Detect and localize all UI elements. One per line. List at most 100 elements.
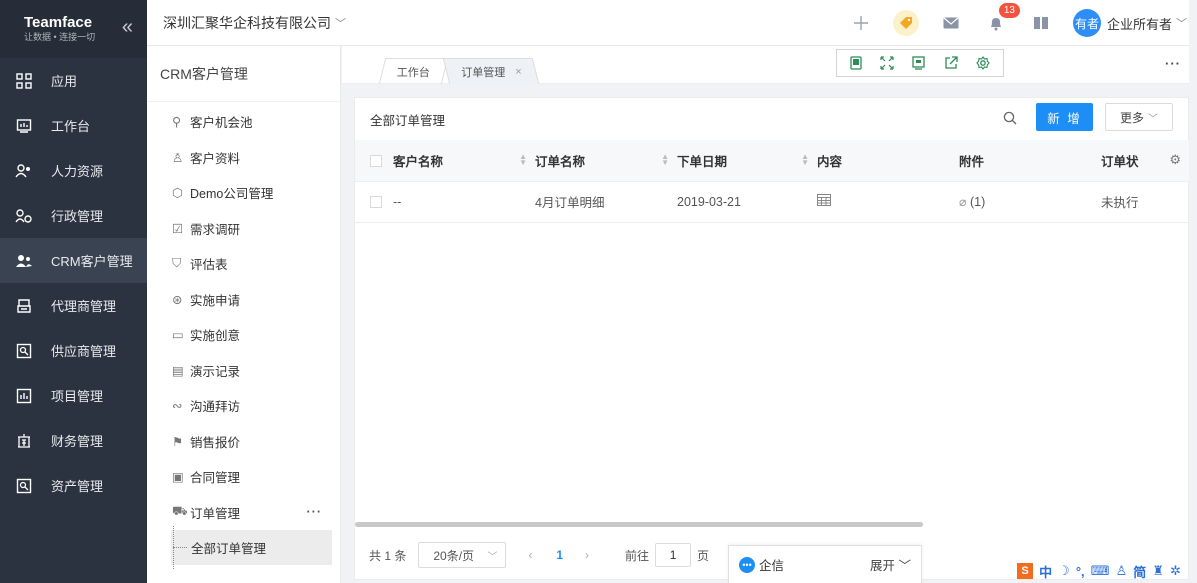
submenu-item[interactable]: ⛟ 订单管理 ···: [147, 495, 340, 531]
add-icon[interactable]: [845, 7, 877, 39]
notification-badge: 13: [998, 3, 1020, 18]
current-page[interactable]: 1: [556, 548, 563, 562]
nav-item-crm[interactable]: CRM客户管理: [0, 238, 147, 283]
prev-page-icon[interactable]: ‹: [528, 548, 532, 562]
nav-item-asset[interactable]: 资产管理: [0, 463, 147, 508]
panel-header: 全部订单管理 新 增 更多 ﹀: [355, 98, 1188, 140]
sort-icon[interactable]: ▲ ▼: [801, 153, 809, 167]
submenu-item[interactable]: ⚑ 销售报价: [147, 424, 340, 460]
submenu-item-label: 合同管理: [190, 471, 241, 486]
settings-icon[interactable]: [976, 56, 990, 70]
nav-item-apps[interactable]: 应用: [0, 58, 147, 103]
submenu-more-button[interactable]: ···: [307, 505, 323, 519]
scrollbar-thumb[interactable]: [355, 522, 923, 527]
column-header[interactable]: 订单状 ⚙: [1101, 140, 1189, 182]
asset-icon: [14, 478, 34, 494]
nav-item-label: 项目管理: [51, 389, 104, 404]
submenu-item[interactable]: ▤ 演示记录: [147, 353, 340, 389]
table-row[interactable]: -- 4月订单明细 2019-03-21 ⌀ (1) 未执行: [355, 181, 1189, 223]
submenu-item-label: 订单管理: [190, 506, 241, 521]
user-name[interactable]: 企业所有者: [1107, 14, 1172, 33]
column-header[interactable]: 客户名称 ▲ ▼: [393, 140, 535, 182]
column-settings-icon[interactable]: ⚙: [1169, 152, 1181, 168]
add-button[interactable]: 新 增: [1036, 103, 1093, 131]
project-icon: [14, 388, 34, 404]
total-count: 共 1 条: [369, 548, 407, 563]
sort-icon[interactable]: ▲ ▼: [519, 153, 527, 167]
submenu-item[interactable]: ⬡ Demo公司管理: [147, 175, 340, 211]
ime-toolbar[interactable]: S 中 ☽ °, ⌨ ♙ 简 ♜ ✲: [1017, 561, 1181, 581]
submenu-item[interactable]: ⚲ 客户机会池: [147, 104, 340, 140]
shirt-icon[interactable]: ♜: [1152, 563, 1164, 579]
avatar[interactable]: 有者: [1072, 9, 1101, 37]
ime-simplified[interactable]: 简: [1133, 562, 1146, 581]
nav-item-label: 供应商管理: [51, 344, 117, 359]
tab-orders[interactable]: 订单管理 ×: [442, 58, 540, 84]
contacts-icon: ♙: [172, 150, 184, 165]
submenu-item-label: 销售报价: [190, 435, 241, 450]
tab-workbench[interactable]: 工作台: [378, 58, 449, 84]
book-icon[interactable]: [1025, 7, 1057, 39]
save-icon[interactable]: [912, 56, 926, 70]
submenu-item[interactable]: ▭ 实施创意: [147, 317, 340, 353]
submenu-item[interactable]: ∾ 沟通拜访: [147, 388, 340, 424]
mail-icon[interactable]: [935, 7, 967, 39]
panel-title: 全部订单管理: [370, 113, 446, 128]
sort-icon[interactable]: ▲ ▼: [661, 153, 669, 167]
submenu-item[interactable]: ⊛ 实施申请: [147, 282, 340, 318]
submenu-item[interactable]: ☑ 需求调研: [147, 211, 340, 247]
chevron-down-icon[interactable]: ﹀: [1176, 15, 1187, 31]
cell-customer: --: [393, 181, 535, 223]
nav-item-workbench[interactable]: 工作台: [0, 103, 147, 148]
bell-icon[interactable]: 13: [980, 3, 1020, 39]
more-button[interactable]: 更多 ﹀: [1105, 103, 1173, 131]
submenu-item[interactable]: ⛉ 评估表: [147, 246, 340, 282]
nav-item-supplier[interactable]: 供应商管理: [0, 328, 147, 373]
horizontal-scrollbar[interactable]: [355, 522, 1189, 528]
goto-page-input[interactable]: 1: [655, 543, 692, 567]
fullscreen-icon[interactable]: [880, 56, 894, 70]
punctuation-icon[interactable]: °,: [1076, 564, 1085, 579]
module-menu: ⚲ 客户机会池 ♙ 客户资料 ⬡ Demo公司管理 ☑ 需求调研 ⛉ 评估表 ⊛ 实施申请 ▭ 实施创意 ▤…: [147, 102, 340, 530]
cell-order-name[interactable]: 4月订单明细: [535, 181, 677, 223]
share-icon[interactable]: [944, 56, 958, 70]
nav-item-finance[interactable]: 财务管理: [0, 418, 147, 463]
brand-logo[interactable]: Teamface 让数据 • 连接一切: [24, 15, 95, 43]
submenu-item[interactable]: ▣ 合同管理: [147, 459, 340, 495]
cell-order-date: 2019-03-21: [677, 181, 817, 223]
collapse-icon[interactable]: «: [122, 16, 133, 39]
nav-item-admin[interactable]: 行政管理: [0, 193, 147, 238]
tab-strip: 工作台 订单管理 × ···: [342, 46, 1197, 84]
workbench-icon: [14, 118, 34, 134]
column-header[interactable]: 订单名称 ▲ ▼: [535, 140, 677, 182]
row-checkbox[interactable]: [370, 196, 382, 209]
chat-expand-button[interactable]: 展开 ﹀: [870, 555, 911, 574]
nav-item-project[interactable]: 项目管理: [0, 373, 147, 418]
page-size-select[interactable]: 20条/页 ﹀: [418, 542, 507, 568]
tag-icon[interactable]: [890, 7, 922, 39]
column-header[interactable]: 内容: [817, 140, 959, 182]
submenu-item[interactable]: ♙ 客户资料: [147, 140, 340, 176]
im-chat-bar[interactable]: ••• 企信 展开 ﹀: [728, 545, 922, 583]
keyboard-icon[interactable]: ⌨: [1091, 563, 1110, 579]
moon-icon[interactable]: ☽: [1058, 563, 1070, 579]
table-icon[interactable]: [817, 194, 831, 209]
attachment-count: (1): [970, 195, 986, 209]
gear-icon[interactable]: ✲: [1170, 563, 1181, 579]
tab-label: 工作台: [396, 66, 430, 79]
column-header[interactable]: 附件: [959, 140, 1101, 182]
ime-mode[interactable]: 中: [1039, 562, 1052, 581]
next-page-icon[interactable]: ›: [585, 548, 589, 562]
nav-item-hr[interactable]: 人力资源: [0, 148, 147, 193]
close-icon[interactable]: ×: [515, 66, 521, 78]
user-icon[interactable]: ♙: [1116, 563, 1128, 579]
cell-attachment[interactable]: ⌀ (1): [959, 181, 1101, 223]
tab-more-button[interactable]: ···: [1165, 56, 1181, 71]
nav-item-agent[interactable]: 代理商管理: [0, 283, 147, 328]
submenu-item-all-orders[interactable]: 全部订单管理: [171, 526, 332, 569]
select-all-checkbox[interactable]: [370, 154, 382, 167]
search-icon[interactable]: [1003, 111, 1017, 128]
mobile-icon[interactable]: [850, 56, 862, 70]
company-switcher[interactable]: 深圳汇聚华企科技有限公司 ﹀: [147, 13, 346, 33]
column-header[interactable]: 下单日期 ▲ ▼: [677, 140, 817, 182]
